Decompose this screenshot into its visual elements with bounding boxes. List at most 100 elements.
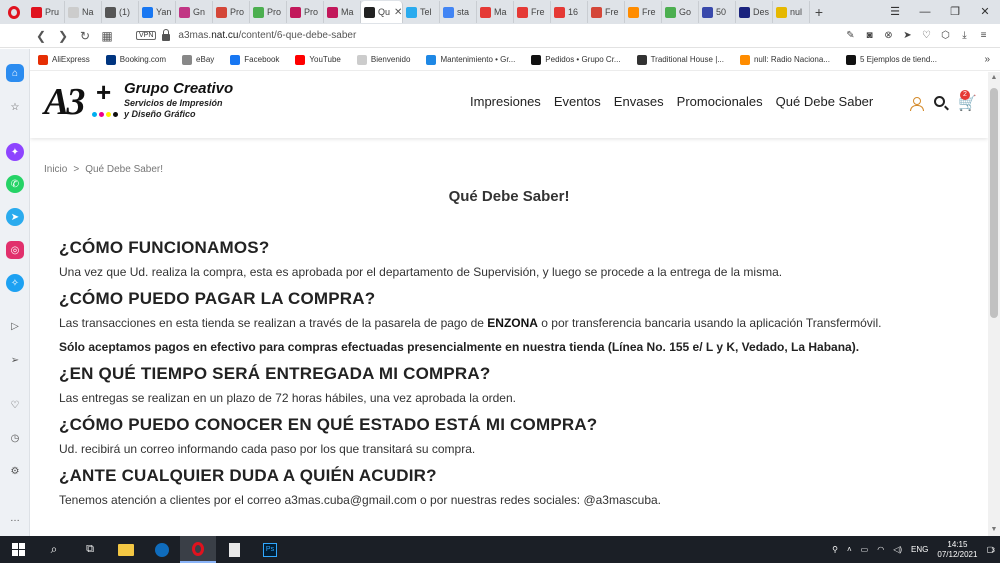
bookmark-item[interactable]: Bienvenido [349, 54, 419, 65]
bookmark-item[interactable]: YouTube [287, 54, 348, 65]
search-tabs-icon[interactable]: ☰ [880, 0, 910, 24]
photoshop-icon[interactable]: Ps [252, 536, 288, 563]
send-icon[interactable]: ➤ [899, 30, 916, 41]
nav-promocionales[interactable]: Promocionales [677, 94, 763, 109]
bookmark-item[interactable]: Traditional House |... [629, 54, 732, 65]
volume-icon[interactable]: ◁) [893, 545, 902, 554]
browser-tab[interactable]: Qu ✕ [361, 1, 403, 23]
people-icon[interactable]: ⚲ [832, 545, 838, 554]
back-icon[interactable]: ❮ [30, 29, 52, 43]
block-icon[interactable]: ⊗ [880, 30, 897, 41]
bookmark-item[interactable]: Pedidos • Grupo Cr... [523, 54, 628, 65]
new-tab-button[interactable]: + [810, 4, 828, 20]
whatsapp-icon[interactable]: ✆ [6, 175, 24, 193]
bookmark-item[interactable]: Mantenimiento • Gr... [418, 54, 523, 65]
scroll-down-icon[interactable]: ▼ [988, 524, 1000, 536]
browser-tab[interactable]: Pro [213, 1, 250, 23]
bookmark-item[interactable]: Booking.com [98, 54, 174, 65]
vpn-badge[interactable]: VPN [136, 31, 157, 40]
menu-icon[interactable]: ≡ [975, 30, 992, 41]
browser-tab[interactable]: Pro [287, 1, 324, 23]
browser-tab[interactable]: sta [440, 1, 477, 23]
logo-subtitle-line-1: Servicios de Impresión [124, 98, 223, 108]
url-field[interactable]: a3mas.nat.cu/content/6-que-debe-saber [178, 30, 356, 41]
tray-up-icon[interactable]: ˄ [847, 545, 852, 554]
telegram-icon[interactable]: ➤ [6, 208, 24, 226]
reload-icon[interactable]: ↻ [74, 29, 96, 43]
contact-email-link[interactable]: a3mas.cuba@gmail.com [284, 493, 416, 507]
language-indicator[interactable]: ENG [911, 545, 928, 554]
user-icon[interactable] [910, 97, 924, 111]
more-icon[interactable]: … [6, 509, 24, 527]
cube-icon[interactable]: ⬡ [937, 30, 954, 41]
close-tab-icon[interactable]: ✕ [394, 7, 402, 18]
edit-icon[interactable]: ✎ [842, 30, 859, 41]
site-header: A3 + Grupo Creativo Servicios de Impresi… [30, 72, 988, 138]
site-logo[interactable]: A3 + Grupo Creativo Servicios de Impresi… [44, 77, 254, 130]
player-icon[interactable]: ▷ [6, 317, 24, 335]
instagram-icon[interactable]: ◎ [6, 241, 24, 259]
browser-tab[interactable]: 16 [551, 1, 588, 23]
nav-eventos[interactable]: Eventos [554, 94, 601, 109]
task-view-icon[interactable]: ⧉ [72, 536, 108, 563]
camera-icon[interactable]: ◙ [861, 30, 878, 41]
browser-tab[interactable]: Go [662, 1, 699, 23]
notifications-icon[interactable]: ▢ 3 [986, 545, 994, 554]
browser-tab[interactable]: Gn [176, 1, 213, 23]
scroll-up-icon[interactable]: ▲ [988, 72, 1000, 84]
browser-tab[interactable]: Fre [588, 1, 625, 23]
nav-envases[interactable]: Envases [614, 94, 664, 109]
scroll-thumb[interactable] [990, 88, 998, 318]
flow-icon[interactable]: ➢ [6, 351, 24, 369]
page-scrollbar[interactable]: ▲ ▼ [988, 72, 1000, 536]
start-button[interactable] [0, 536, 36, 563]
breadcrumb-home[interactable]: Inicio [44, 164, 67, 175]
browser-tab[interactable]: Tel [403, 1, 440, 23]
favorites-icon[interactable]: ♡ [6, 396, 24, 414]
close-window-button[interactable]: ✕ [970, 0, 1000, 24]
forward-icon[interactable]: ❯ [52, 29, 74, 43]
minimize-button[interactable]: — [910, 0, 940, 24]
clock[interactable]: 14:15 07/12/2021 [937, 540, 977, 560]
browser-tab[interactable]: Fre [514, 1, 551, 23]
download-icon[interactable]: ⤓ [956, 30, 973, 41]
messenger-icon[interactable]: ✦ [6, 143, 24, 161]
bookmark-item[interactable]: null: Radio Naciona... [732, 54, 838, 65]
browser-tab[interactable]: Des [736, 1, 773, 23]
browser-tab[interactable]: Na [65, 1, 102, 23]
browser-tab[interactable]: 50 [699, 1, 736, 23]
browser-tab[interactable]: nul [773, 1, 810, 23]
home-icon[interactable]: ⌂ [6, 64, 24, 82]
lock-icon[interactable] [162, 28, 171, 41]
search-icon[interactable]: ⌕ [36, 536, 72, 563]
bookmark-item[interactable]: eBay [174, 54, 222, 65]
bookmark-item[interactable]: 5 Ejemplos de tiend... [838, 54, 945, 65]
nav-impresiones[interactable]: Impresiones [470, 94, 541, 109]
browser-tab[interactable]: Fre [625, 1, 662, 23]
browser-tab[interactable]: Pru [28, 1, 65, 23]
browser-tab[interactable]: Yan [139, 1, 176, 23]
browser-tab[interactable]: Ma [477, 1, 514, 23]
file-explorer-icon[interactable] [108, 536, 144, 563]
opera-menu-icon[interactable] [0, 0, 28, 24]
history-icon[interactable]: ◷ [6, 429, 24, 447]
bookmarks-more-icon[interactable]: » [984, 54, 1000, 65]
browser-tab[interactable]: Pro [250, 1, 287, 23]
heart-icon[interactable]: ♡ [918, 30, 935, 41]
nav-que-debe-saber[interactable]: Qué Debe Saber [776, 94, 874, 109]
opera-taskbar-icon[interactable] [180, 536, 216, 563]
twitter-icon[interactable]: ✧ [6, 274, 24, 292]
outlook-icon[interactable] [144, 536, 180, 563]
battery-icon[interactable]: ▭ [861, 545, 869, 554]
browser-tab[interactable]: Ma [324, 1, 361, 23]
document-icon[interactable] [216, 536, 252, 563]
wifi-icon[interactable]: ◠ [877, 545, 884, 554]
bookmark-item[interactable]: Facebook [222, 54, 287, 65]
browser-tab[interactable]: (1) [102, 1, 139, 23]
star-icon[interactable]: ☆ [6, 98, 24, 116]
search-icon[interactable] [934, 96, 945, 107]
bookmark-item[interactable]: AliExpress [30, 54, 98, 65]
settings-icon[interactable]: ⚙ [6, 462, 24, 480]
tabs-grid-icon[interactable]: ▦ [96, 29, 118, 43]
restore-button[interactable]: ❐ [940, 0, 970, 24]
